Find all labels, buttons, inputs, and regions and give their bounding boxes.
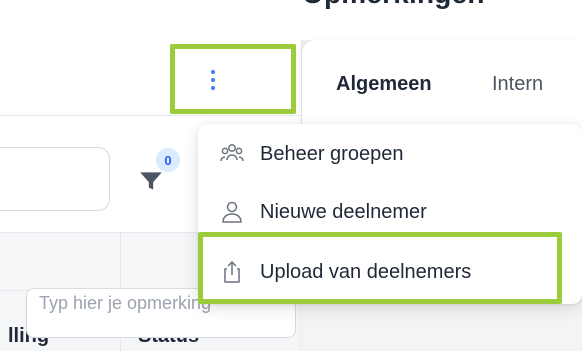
menu-item-label: Nieuwe deelnemer xyxy=(260,200,427,223)
kebab-vertical-icon xyxy=(211,70,215,90)
actions-dropdown-menu: Beheer groepen Nieuwe deelnemer Upload v… xyxy=(198,124,582,304)
more-actions-button[interactable] xyxy=(198,62,228,98)
kebab-highlight-frame xyxy=(170,44,296,114)
menu-item-new-participant[interactable]: Nieuwe deelnemer xyxy=(218,192,427,232)
upload-icon xyxy=(218,258,246,286)
tab-general[interactable]: Algemeen xyxy=(336,73,432,96)
page-heading: Opmerkingen xyxy=(302,0,485,10)
menu-item-upload-participants[interactable]: Upload van deelnemers xyxy=(218,252,471,292)
screen: Opmerkingen 0 lling Status Algemeen Inte… xyxy=(0,0,582,351)
filter-button[interactable]: 0 xyxy=(136,148,180,202)
top-strip xyxy=(0,0,582,40)
tab-internal[interactable]: Intern xyxy=(492,73,543,96)
menu-item-label: Beheer groepen xyxy=(260,142,404,165)
filter-count-badge: 0 xyxy=(156,148,180,172)
filter-funnel-icon xyxy=(140,172,162,190)
user-icon xyxy=(218,198,246,226)
users-group-icon xyxy=(218,140,246,168)
search-input[interactable] xyxy=(0,147,110,211)
menu-item-label: Upload van deelnemers xyxy=(260,260,472,283)
menu-item-manage-groups[interactable]: Beheer groepen xyxy=(218,134,403,174)
